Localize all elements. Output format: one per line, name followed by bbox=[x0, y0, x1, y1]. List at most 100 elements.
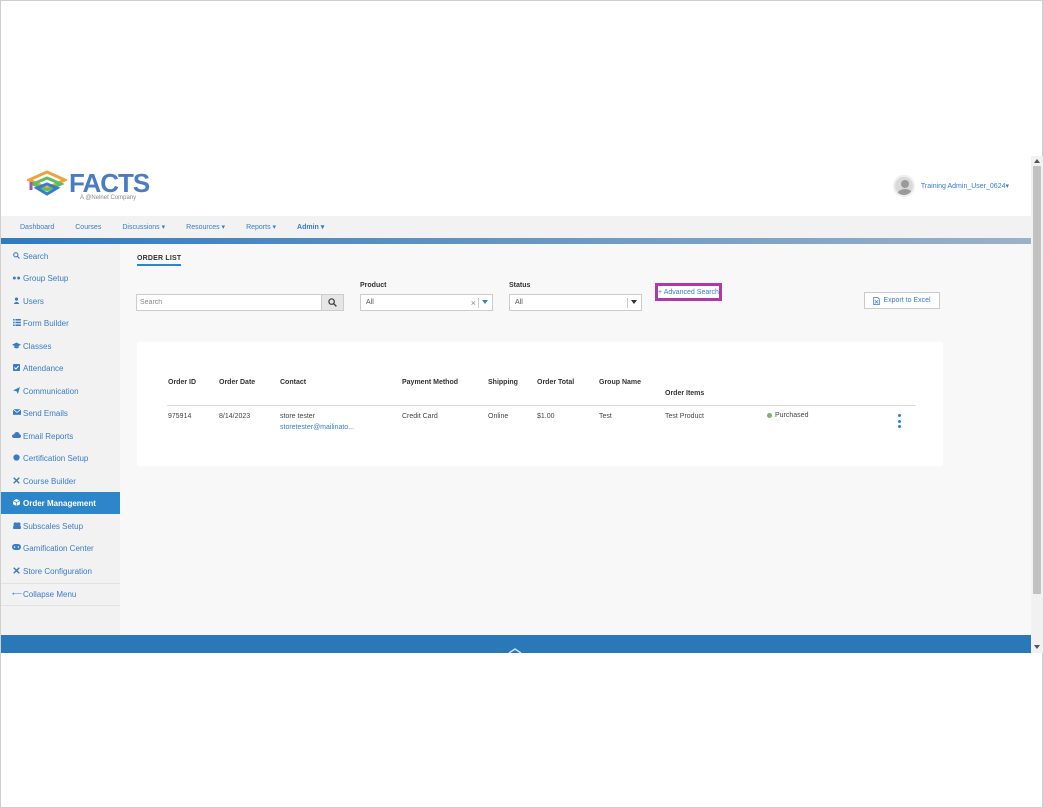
cell-order-id: 975914 bbox=[168, 413, 192, 420]
sidebar-item-order-management[interactable]: Order Management bbox=[1, 492, 120, 514]
tab-order-list[interactable]: ORDER LIST bbox=[137, 255, 182, 266]
sidebar-item-certification-setup[interactable]: Certification Setup bbox=[1, 447, 120, 469]
header-order-total[interactable]: Order Total bbox=[537, 379, 574, 386]
select-separator bbox=[478, 298, 479, 308]
sidebar-item-course-builder[interactable]: Course Builder bbox=[1, 470, 120, 492]
sidebar-item-users[interactable]: Users bbox=[1, 290, 120, 312]
top-nav: Dashboard Courses Discussions ▾ Resource… bbox=[1, 216, 1031, 238]
scroll-up-icon[interactable] bbox=[1034, 159, 1040, 163]
scroll-down-icon[interactable] bbox=[1034, 645, 1040, 649]
app-container: FACTS A @Nelnet Company Training Admin_U… bbox=[1, 156, 1031, 653]
logo-mark-icon bbox=[27, 170, 67, 196]
advanced-search-link[interactable]: + Advanced Search bbox=[655, 283, 722, 301]
sidebar-item-label: Order Management bbox=[23, 498, 96, 508]
sidebar-item-label: Classes bbox=[23, 341, 52, 351]
sidebar-item-collapse-menu[interactable]: ⟵ Collapse Menu bbox=[1, 583, 120, 605]
export-label: Export to Excel bbox=[883, 297, 931, 304]
chevron-down-icon[interactable] bbox=[482, 300, 488, 304]
cloud-icon bbox=[12, 432, 21, 440]
nav-dashboard[interactable]: Dashboard bbox=[20, 224, 54, 231]
nav-resources[interactable]: Resources ▾ bbox=[186, 223, 225, 231]
sidebar-item-label: Form Builder bbox=[23, 318, 69, 328]
header-contact[interactable]: Contact bbox=[280, 379, 306, 386]
header-order-date[interactable]: Order Date bbox=[219, 379, 255, 386]
tools-icon bbox=[12, 476, 21, 486]
sidebar-item-group-setup[interactable]: ●● Group Setup bbox=[1, 267, 120, 289]
avatar[interactable] bbox=[892, 175, 915, 197]
sidebar-item-label: Collapse Menu bbox=[23, 589, 77, 599]
sidebar-item-label: Course Builder bbox=[23, 476, 76, 486]
certificate-icon bbox=[12, 453, 21, 463]
footer-logo-icon bbox=[508, 648, 522, 653]
header-payment-method[interactable]: Payment Method bbox=[402, 379, 458, 386]
status-dot-icon bbox=[767, 412, 772, 418]
export-to-excel-button[interactable]: Export to Excel bbox=[864, 292, 940, 309]
sidebar-item-email-reports[interactable]: Email Reports bbox=[1, 425, 120, 447]
cell-order-date: 8/14/2023 bbox=[219, 413, 251, 420]
header-shipping[interactable]: Shipping bbox=[488, 379, 518, 386]
cube-icon bbox=[12, 498, 21, 508]
user-icon bbox=[12, 296, 21, 306]
gamepad-icon bbox=[12, 544, 21, 552]
vertical-scrollbar[interactable] bbox=[1031, 156, 1043, 653]
sidebar-item-label: Search bbox=[23, 251, 49, 261]
sidebar-item-attendance[interactable]: Attendance bbox=[1, 357, 120, 379]
nav-admin[interactable]: Admin ▾ bbox=[297, 223, 324, 231]
product-select[interactable]: All × bbox=[360, 294, 493, 311]
sidebar-item-search[interactable]: Search bbox=[1, 245, 120, 267]
sidebar-item-communication[interactable]: Communication bbox=[1, 380, 120, 402]
sidebar-item-store-configuration[interactable]: Store Configuration bbox=[1, 560, 120, 582]
clear-icon[interactable]: × bbox=[471, 298, 476, 308]
cell-order-items: Test Product bbox=[665, 413, 704, 420]
cell-contact-email[interactable]: storetester@mailinato... bbox=[280, 424, 354, 431]
cell-shipping: Online bbox=[488, 413, 509, 420]
sidebar-item-label: Email Reports bbox=[23, 431, 74, 441]
subscales-icon bbox=[12, 521, 21, 531]
nav-discussions[interactable]: Discussions ▾ bbox=[122, 223, 165, 231]
header-order-id[interactable]: Order ID bbox=[168, 379, 196, 386]
header-group-name[interactable]: Group Name bbox=[599, 379, 641, 386]
sidebar: Search ●● Group Setup Users Form Builder… bbox=[1, 244, 120, 635]
cell-payment-method: Credit Card bbox=[402, 413, 438, 420]
chevron-down-icon[interactable] bbox=[631, 300, 637, 304]
user-menu[interactable]: Training Admin_User_0624▾ bbox=[892, 174, 1009, 198]
product-label: Product bbox=[360, 282, 387, 289]
facts-logo[interactable]: FACTS A @Nelnet Company bbox=[27, 168, 150, 204]
header-order-items[interactable]: Order Items bbox=[665, 390, 704, 397]
search-input[interactable] bbox=[137, 295, 321, 310]
group-icon: ●● bbox=[12, 274, 21, 282]
sidebar-item-subscales-setup[interactable]: Subscales Setup bbox=[1, 515, 120, 537]
list-icon bbox=[12, 318, 21, 328]
sidebar-item-label: Communication bbox=[23, 386, 79, 396]
select-separator bbox=[627, 298, 628, 308]
sidebar-item-form-builder[interactable]: Form Builder bbox=[1, 312, 120, 334]
footer bbox=[1, 635, 1031, 653]
status-select[interactable]: All bbox=[509, 294, 642, 311]
graduation-cap-icon bbox=[12, 342, 21, 351]
arrow-left-icon: ⟵ bbox=[12, 591, 23, 598]
user-name[interactable]: Training Admin_User_0624▾ bbox=[921, 182, 1009, 190]
cell-contact-name: store tester bbox=[280, 413, 316, 420]
search-icon bbox=[12, 251, 21, 261]
sidebar-item-label: Gamification Center bbox=[23, 543, 94, 553]
row-actions-menu-icon[interactable] bbox=[896, 414, 902, 428]
sidebar-item-label: Certification Setup bbox=[23, 453, 89, 463]
nav-reports[interactable]: Reports ▾ bbox=[246, 223, 276, 231]
sidebar-item-gamification-center[interactable]: Gamification Center bbox=[1, 537, 120, 559]
cell-group-name: Test bbox=[599, 413, 612, 420]
nav-courses[interactable]: Courses bbox=[75, 224, 101, 231]
search-button[interactable] bbox=[321, 295, 343, 310]
cell-order-total: $1.00 bbox=[537, 413, 555, 420]
paper-plane-icon bbox=[12, 386, 21, 396]
checkbox-icon bbox=[12, 363, 21, 373]
sidebar-item-label: Store Configuration bbox=[23, 566, 92, 576]
sidebar-item-label: Send Emails bbox=[23, 408, 68, 418]
sidebar-item-label: Users bbox=[23, 296, 44, 306]
search-icon bbox=[328, 298, 337, 307]
sidebar-item-send-emails[interactable]: Send Emails bbox=[1, 402, 120, 424]
status-value: All bbox=[515, 299, 523, 306]
table-divider bbox=[167, 405, 916, 406]
scroll-thumb[interactable] bbox=[1033, 166, 1041, 594]
logo-subtext: A @Nelnet Company bbox=[80, 195, 137, 201]
sidebar-item-classes[interactable]: Classes bbox=[1, 335, 120, 357]
